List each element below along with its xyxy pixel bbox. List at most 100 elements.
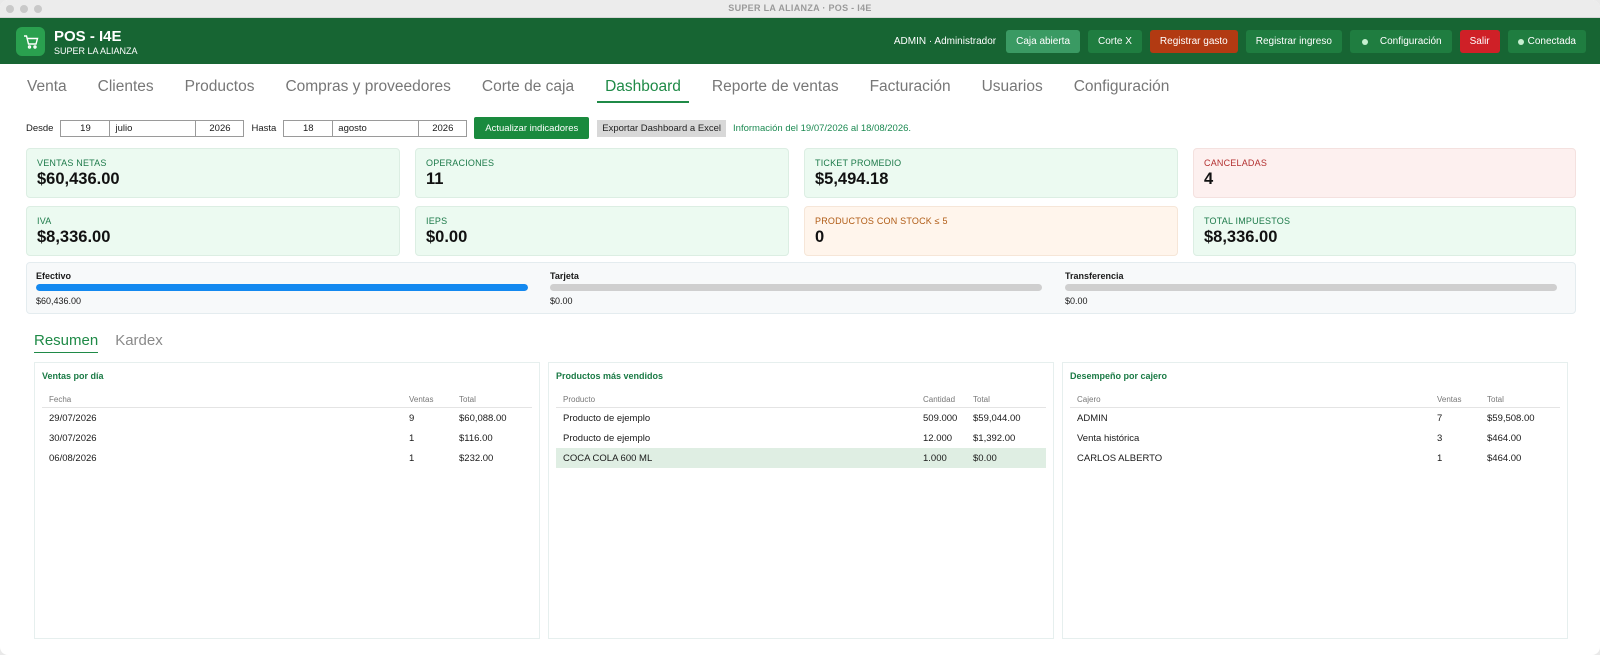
kpi-value: 11	[426, 170, 444, 188]
tab-usuarios[interactable]: Usuarios	[982, 78, 1043, 103]
payment-bar	[550, 284, 1042, 291]
productos-table: Producto Cantidad Total Producto de ejem…	[556, 391, 1046, 468]
kpi-iva: IVA $8,336.00	[26, 206, 400, 256]
payment-amount: $0.00	[1065, 296, 1088, 306]
store-name: SUPER LA ALIANZA	[54, 46, 138, 56]
column-header[interactable]: Cajero	[1077, 395, 1437, 404]
column-header[interactable]: Producto	[563, 395, 923, 404]
registrar-ingreso-button[interactable]: Registrar ingreso	[1245, 30, 1342, 53]
payment-amount: $60,436.00	[36, 296, 82, 306]
configuracion-button[interactable]: Configuración	[1349, 30, 1452, 53]
kpi-total-impuestos: TOTAL IMPUESTOS $8,336.00	[1193, 206, 1576, 256]
table-row-selected[interactable]: COCA COLA 600 ML 1.000 $0.00	[556, 448, 1046, 468]
desde-month[interactable]: julio	[110, 120, 197, 136]
kpi-operaciones: OPERACIONES 11	[415, 148, 789, 198]
hasta-label: Hasta	[251, 122, 277, 134]
connection-status: Conectada	[1507, 30, 1586, 53]
table-row[interactable]: Producto de ejemplo 509.000 $59,044.00	[556, 408, 1046, 428]
kpi-value: $8,336.00	[37, 228, 111, 246]
kpi-label: IEPS	[426, 216, 448, 226]
payment-bar-fill	[36, 284, 528, 291]
table-cell: $60,088.00	[459, 412, 507, 424]
column-header[interactable]: Fecha	[49, 395, 409, 404]
panel-ventas-por-dia: Ventas por día Fecha Ventas Total 29/07/…	[34, 362, 540, 639]
date-filter: Desde 19 julio 2026 Hasta 18 agosto 2026…	[26, 117, 911, 139]
table-row[interactable]: 06/08/2026 1 $232.00	[42, 448, 532, 468]
table-cell: 1.000	[923, 452, 947, 464]
gear-icon	[1361, 38, 1368, 45]
column-header[interactable]: Ventas	[1437, 395, 1487, 404]
panel-productos-mas-vendidos: Productos más vendidos Producto Cantidad…	[548, 362, 1054, 639]
kpi-value: 0	[815, 228, 825, 246]
payment-label: Transferencia	[1065, 271, 1124, 281]
ventas-por-dia-table: Fecha Ventas Total 29/07/2026 9 $60,088.…	[42, 391, 532, 468]
kpi-ieps: IEPS $0.00	[415, 206, 789, 256]
tab-productos[interactable]: Productos	[185, 78, 255, 103]
column-header[interactable]: Total	[1487, 395, 1553, 404]
tab-corte-de-caja[interactable]: Corte de caja	[482, 78, 574, 103]
table-cell: 1	[409, 432, 415, 444]
desde-date-picker[interactable]: 19 julio 2026	[60, 119, 245, 137]
table-cell: 12.000	[923, 432, 953, 444]
payment-bar	[1065, 284, 1557, 291]
export-excel-button[interactable]: Exportar Dashboard a Excel	[597, 119, 727, 137]
tab-kardex[interactable]: Kardex	[115, 332, 163, 353]
main-nav: Venta Clientes Productos Compras y prove…	[27, 78, 1169, 103]
kpi-stock-bajo: PRODUCTOS CON STOCK ≤ 5 0	[804, 206, 1178, 256]
table-row[interactable]: Producto de ejemplo 12.000 $1,392.00	[556, 428, 1046, 448]
desde-year[interactable]: 2026	[196, 121, 243, 136]
kpi-label: TICKET PROMEDIO	[815, 158, 902, 168]
tab-resumen[interactable]: Resumen	[34, 332, 99, 353]
tab-configuracion[interactable]: Configuración	[1074, 78, 1170, 103]
table-cell: 1	[1437, 452, 1443, 464]
table-row[interactable]: ADMIN 7 $59,508.00	[1070, 408, 1560, 428]
table-cell: 30/07/2026	[49, 432, 97, 444]
table-row[interactable]: 30/07/2026 1 $116.00	[42, 428, 532, 448]
salir-button[interactable]: Salir	[1459, 30, 1500, 53]
kpi-value: $5,494.18	[815, 170, 889, 188]
column-header[interactable]: Total	[973, 395, 1039, 404]
tab-compras[interactable]: Compras y proveedores	[285, 78, 450, 103]
panel-title: Productos más vendidos	[556, 371, 664, 381]
table-header: Cajero Ventas Total	[1070, 391, 1560, 408]
kpi-value: $60,436.00	[37, 170, 120, 188]
table-cell: $59,508.00	[1487, 412, 1535, 424]
kpi-label: OPERACIONES	[426, 158, 495, 168]
tab-dashboard[interactable]: Dashboard	[597, 78, 689, 103]
column-header[interactable]: Cantidad	[923, 395, 973, 404]
date-range-info: Información del 19/07/2026 al 18/08/2026…	[733, 122, 912, 134]
payment-amount: $0.00	[550, 296, 573, 306]
panel-desempeno-por-cajero: Desempeño por cajero Cajero Ventas Total…	[1062, 362, 1568, 639]
table-cell: $464.00	[1487, 432, 1522, 444]
table-row[interactable]: 29/07/2026 9 $60,088.00	[42, 408, 532, 428]
table-row[interactable]: Venta histórica 3 $464.00	[1070, 428, 1560, 448]
hasta-month[interactable]: agosto	[333, 120, 420, 136]
corte-x-button[interactable]: Corte X	[1088, 30, 1142, 53]
kpi-value: $8,336.00	[1204, 228, 1278, 246]
tab-facturacion[interactable]: Facturación	[870, 78, 951, 103]
actualizar-indicadores-button[interactable]: Actualizar indicadores	[474, 117, 590, 139]
column-header[interactable]: Ventas	[409, 395, 459, 404]
payment-tarjeta: Tarjeta $0.00	[550, 271, 1042, 306]
kpi-value: 4	[1204, 170, 1214, 188]
caja-abierta-button[interactable]: Caja abierta	[1006, 30, 1081, 53]
hasta-date-picker[interactable]: 18 agosto 2026	[283, 119, 468, 137]
tab-reporte-de-ventas[interactable]: Reporte de ventas	[712, 78, 839, 103]
window-titlebar: SUPER LA ALIANZA · POS - I4E	[0, 0, 1600, 18]
app-title: POS - I4E	[54, 28, 122, 45]
window-title: SUPER LA ALIANZA · POS - I4E	[728, 3, 872, 13]
table-cell: $116.00	[459, 432, 493, 444]
table-cell: 509.000	[923, 412, 958, 424]
hasta-year[interactable]: 2026	[419, 121, 466, 136]
hasta-day[interactable]: 18	[284, 120, 334, 136]
registrar-gasto-button[interactable]: Registrar gasto	[1149, 30, 1238, 53]
desde-day[interactable]: 19	[61, 120, 111, 136]
table-cell: 06/08/2026	[49, 452, 97, 464]
column-header[interactable]: Total	[459, 395, 525, 404]
tab-clientes[interactable]: Clientes	[98, 78, 154, 103]
table-cell: CARLOS ALBERTO	[1077, 452, 1163, 464]
kpi-label: PRODUCTOS CON STOCK ≤ 5	[815, 216, 948, 226]
tab-venta[interactable]: Venta	[27, 78, 67, 103]
kpi-canceladas: CANCELADAS 4	[1193, 148, 1576, 198]
table-row[interactable]: CARLOS ALBERTO 1 $464.00	[1070, 448, 1560, 468]
